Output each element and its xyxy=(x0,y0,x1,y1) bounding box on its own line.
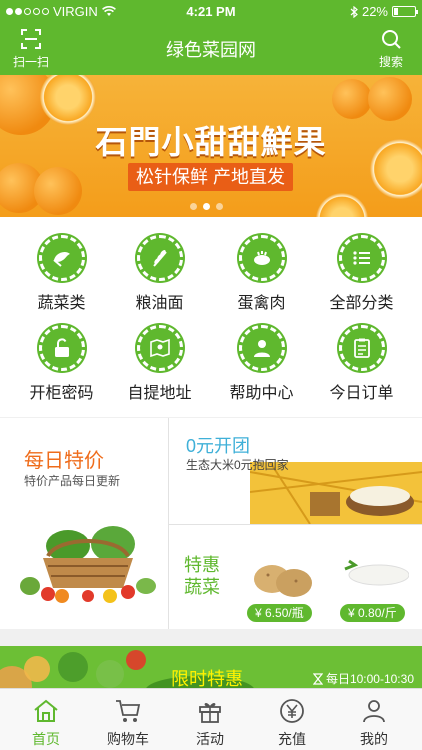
yen-icon xyxy=(280,699,304,723)
tab-label: 我的 xyxy=(360,731,388,747)
category-pickup-address[interactable]: 自提地址 xyxy=(107,325,212,403)
grain-icon xyxy=(136,235,183,281)
category-today-orders[interactable]: 今日订单 xyxy=(309,325,414,403)
tab-cart[interactable]: 购物车 xyxy=(86,697,170,749)
orange-image xyxy=(34,167,82,215)
page-title: 绿色菜园网 xyxy=(166,40,256,60)
banner-headline: 石門小甜甜鮮果 xyxy=(95,124,327,160)
flash-sale-title: 限时特惠 xyxy=(171,669,243,688)
special-vegetables-title: 特惠蔬菜 xyxy=(184,555,220,597)
category-label: 粮油面 xyxy=(135,295,184,312)
tab-label: 首页 xyxy=(32,731,60,747)
zero-yuan-subtitle: 生态大米0元抱回家 xyxy=(186,458,289,472)
daily-special-title: 每日特价 xyxy=(24,450,104,472)
pager-dot[interactable] xyxy=(190,203,197,210)
category-all[interactable]: 全部分类 xyxy=(309,235,414,313)
orange-image xyxy=(368,77,412,121)
map-pin-icon xyxy=(136,325,183,371)
potato-image xyxy=(254,565,312,597)
tab-profile[interactable]: 我的 xyxy=(332,697,416,749)
flash-sale-time: 每日10:00-10:30 xyxy=(312,670,414,687)
category-label: 开柜密码 xyxy=(29,385,94,402)
flash-sale-time-text: 每日10:00-10:30 xyxy=(325,672,414,686)
zero-yuan-title: 0元开团 xyxy=(186,436,251,456)
search-icon xyxy=(382,30,401,49)
category-help-center[interactable]: 帮助中心 xyxy=(209,325,314,403)
poultry-icon xyxy=(238,235,285,281)
clipboard-icon xyxy=(338,325,385,371)
radish-image xyxy=(344,559,409,586)
decoration xyxy=(96,660,124,688)
category-label: 全部分类 xyxy=(329,295,394,312)
bottom-tab-bar: 首页 购物车 活动 充值 我的 xyxy=(0,688,422,750)
orange-image xyxy=(332,79,372,119)
decoration xyxy=(24,656,50,682)
flash-sale-banner[interactable]: 限时特惠 每日10:00-10:30 xyxy=(0,646,422,688)
category-vegetables[interactable]: 蔬菜类 xyxy=(9,235,114,313)
vegetable-basket-image xyxy=(20,526,156,603)
top-bar: VIRGIN 4:21 PM 22% 扫一扫 绿色菜园网 搜索 xyxy=(0,0,422,75)
decoration xyxy=(58,652,88,682)
battery-percent: 22% xyxy=(361,4,388,19)
orange-slice-image xyxy=(316,193,368,217)
search-label: 搜索 xyxy=(378,55,403,69)
help-person-icon xyxy=(238,325,285,371)
tab-recharge[interactable]: 充值 xyxy=(250,697,334,749)
daily-special-subtitle: 特价产品每日更新 xyxy=(24,474,121,488)
vegetable-icon xyxy=(38,235,85,281)
promo-banner[interactable]: 石門小甜甜鮮果 松针保鲜 产地直发 xyxy=(0,75,422,217)
list-icon xyxy=(338,235,385,281)
special-vegetables-card[interactable]: 特惠蔬菜 ¥ 6.50/瓶 ¥ 0.80/斤 xyxy=(169,525,422,629)
battery-status: 22% xyxy=(350,4,418,19)
unlock-icon xyxy=(38,325,85,371)
category-cabinet-code[interactable]: 开柜密码 xyxy=(9,325,114,403)
category-label: 自提地址 xyxy=(127,385,192,402)
bluetooth-icon xyxy=(350,5,358,18)
price-tag: ¥ 6.50/瓶 xyxy=(247,604,312,622)
tab-activity[interactable]: 活动 xyxy=(168,697,252,749)
gift-icon xyxy=(199,703,221,723)
cart-icon xyxy=(116,700,141,722)
tab-label: 充值 xyxy=(278,731,306,747)
category-grain-oil[interactable]: 粮油面 xyxy=(107,235,212,313)
home-icon xyxy=(34,699,58,722)
battery-icon xyxy=(392,6,418,17)
banner-pager[interactable] xyxy=(190,203,223,210)
category-label: 蔬菜类 xyxy=(37,295,86,312)
pager-dot[interactable] xyxy=(216,203,223,210)
banner-subtitle: 松针保鲜 产地直发 xyxy=(128,163,294,191)
zero-yuan-group-card[interactable]: 0元开团 生态大米0元抱回家 xyxy=(169,418,422,524)
category-egg-poultry[interactable]: 蛋禽肉 xyxy=(209,235,314,313)
tab-home[interactable]: 首页 xyxy=(4,697,88,749)
pager-dot[interactable] xyxy=(203,203,210,210)
category-label: 帮助中心 xyxy=(229,385,294,402)
daily-special-card[interactable]: 每日特价 特价产品每日更新 xyxy=(0,418,168,629)
category-label: 蛋禽肉 xyxy=(237,295,286,312)
status-bar: VIRGIN 4:21 PM 22% xyxy=(0,0,422,22)
category-label: 今日订单 xyxy=(329,385,394,402)
search-button[interactable]: 搜索 xyxy=(368,28,414,70)
category-grid: 蔬菜类 粮油面 蛋禽肉 全部分类 开柜密码 自提地址 帮助中心 今日订单 xyxy=(0,217,422,417)
user-icon xyxy=(363,700,385,723)
promo-section: 每日特价 特价产品每日更新 0元开团 生态大米0元抱回家 特惠蔬菜 ¥ 6.50… xyxy=(0,418,422,629)
tab-label: 活动 xyxy=(196,731,224,747)
hourglass-icon xyxy=(312,672,323,685)
tab-label: 购物车 xyxy=(107,731,149,747)
decoration xyxy=(126,650,146,670)
price-tag: ¥ 0.80/斤 xyxy=(340,604,405,622)
